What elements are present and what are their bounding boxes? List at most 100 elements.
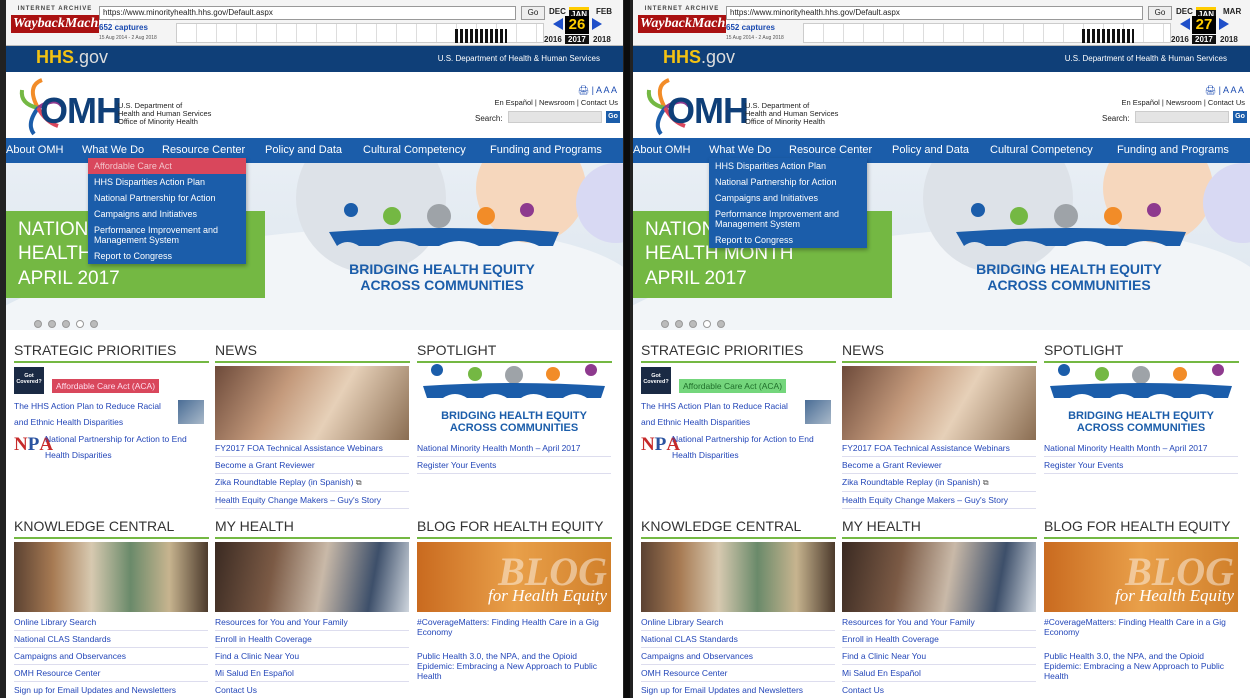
my-health-link[interactable]: Enroll in Health Coverage bbox=[842, 631, 1036, 648]
print-and-text-size[interactable]: 🖨 | A A A bbox=[1205, 85, 1244, 96]
dropdown-item[interactable]: HHS Disparities Action Plan bbox=[709, 158, 867, 174]
wayback-go-button[interactable]: Go bbox=[1148, 6, 1172, 20]
dropdown-item[interactable]: Report to Congress bbox=[709, 232, 867, 248]
carousel-dot-active[interactable] bbox=[703, 320, 711, 328]
month-prev[interactable]: DEC bbox=[1176, 7, 1193, 16]
knowledge-link[interactable]: Sign up for Email Updates and Newsletter… bbox=[641, 682, 835, 698]
header-links[interactable]: En Español | Newsroom | Contact Us bbox=[1121, 98, 1245, 107]
dropdown-item[interactable]: Performance Improvement and Management S… bbox=[709, 206, 867, 232]
blog-banner[interactable]: BLOG for Health Equity bbox=[417, 542, 611, 612]
carousel-dot[interactable] bbox=[62, 320, 70, 328]
year-prev[interactable]: 2016 bbox=[544, 35, 562, 44]
month-prev[interactable]: DEC bbox=[549, 7, 566, 16]
knowledge-link[interactable]: National CLAS Standards bbox=[14, 631, 208, 648]
library-photo[interactable] bbox=[14, 542, 208, 612]
dropdown-item[interactable]: Campaigns and Initiatives bbox=[88, 206, 246, 222]
hhs-dept-link[interactable]: U.S. Department of Health & Human Servic… bbox=[1065, 54, 1227, 63]
link-line[interactable]: Health Disparities bbox=[672, 447, 837, 463]
capture-timeline[interactable] bbox=[176, 23, 544, 43]
knowledge-link[interactable]: Campaigns and Observances bbox=[14, 648, 208, 665]
wayback-logo[interactable]: INTERNET ARCHIVE WaybackMachine bbox=[11, 6, 116, 40]
dropdown-item[interactable]: National Partnership for Action bbox=[709, 174, 867, 190]
dropdown-item[interactable]: HHS Disparities Action Plan bbox=[88, 174, 246, 190]
nav-policy-data[interactable]: Policy and Data bbox=[265, 144, 342, 156]
news-link[interactable]: FY2017 FOA Technical Assistance Webinars bbox=[842, 440, 1036, 457]
nav-what-we-do[interactable]: What We Do bbox=[82, 144, 144, 156]
hhs-plan-link[interactable]: The HHS Action Plan to Reduce Racial and… bbox=[641, 398, 801, 430]
dropdown-item[interactable]: Performance Improvement and Management S… bbox=[88, 222, 246, 248]
nav-what-we-do[interactable]: What We Do bbox=[709, 144, 771, 156]
captures-link[interactable]: 652 captures bbox=[99, 23, 148, 32]
link-line[interactable]: and Ethnic Health Disparities bbox=[641, 414, 801, 430]
nav-cultural-competency[interactable]: Cultural Competency bbox=[363, 144, 466, 156]
my-health-link[interactable]: Find a Clinic Near You bbox=[215, 648, 409, 665]
print-and-text-size[interactable]: 🖨 | A A A bbox=[578, 85, 617, 96]
prev-capture-icon[interactable] bbox=[553, 18, 563, 30]
dropdown-item[interactable]: Affordable Care Act bbox=[88, 158, 246, 174]
nav-funding-programs[interactable]: Funding and Programs bbox=[490, 144, 602, 156]
capture-timeline[interactable] bbox=[803, 23, 1171, 43]
prev-capture-icon[interactable] bbox=[1180, 18, 1190, 30]
news-link[interactable]: Zika Roundtable Replay (in Spanish) ⧉ bbox=[215, 474, 409, 492]
hhs-logo[interactable]: HHS.gov bbox=[36, 47, 108, 68]
wayback-go-button[interactable]: Go bbox=[521, 6, 545, 20]
carousel-dot[interactable] bbox=[90, 320, 98, 328]
hhs-plan-thumbnail[interactable] bbox=[805, 400, 831, 424]
wayback-url-input[interactable]: https://www.minorityhealth.hhs.gov/Defau… bbox=[99, 6, 516, 20]
my-health-link[interactable]: Resources for You and Your Family bbox=[842, 614, 1036, 631]
news-link[interactable]: Become a Grant Reviewer bbox=[215, 457, 409, 474]
my-health-link[interactable]: Mi Salud En Español bbox=[215, 665, 409, 682]
hhs-plan-link[interactable]: The HHS Action Plan to Reduce Racial and… bbox=[14, 398, 174, 430]
knowledge-link[interactable]: OMH Resource Center bbox=[14, 665, 208, 682]
doctor-patient-photo[interactable] bbox=[842, 542, 1036, 612]
spotlight-bridge-graphic[interactable] bbox=[417, 362, 611, 402]
nav-about-omh[interactable]: About OMH bbox=[6, 144, 63, 156]
year-next[interactable]: 2018 bbox=[1220, 35, 1238, 44]
search-go-button[interactable]: Go bbox=[1233, 111, 1247, 123]
spotlight-link[interactable]: National Minority Health Month – April 2… bbox=[417, 440, 611, 457]
carousel-dot-active[interactable] bbox=[76, 320, 84, 328]
search-input[interactable] bbox=[508, 111, 602, 123]
blog-link[interactable]: #CoverageMatters: Finding Health Care in… bbox=[1044, 614, 1244, 640]
dropdown-item[interactable]: Report to Congress bbox=[88, 248, 246, 264]
nav-cultural-competency[interactable]: Cultural Competency bbox=[990, 144, 1093, 156]
year-next[interactable]: 2018 bbox=[593, 35, 611, 44]
next-capture-icon[interactable] bbox=[592, 18, 602, 30]
news-link[interactable]: Zika Roundtable Replay (in Spanish) ⧉ bbox=[842, 474, 1036, 492]
blog-link[interactable]: Public Health 3.0, the NPA, and the Opio… bbox=[1044, 648, 1244, 684]
omh-wordmark[interactable]: OMH bbox=[40, 90, 122, 132]
carousel-dot[interactable] bbox=[689, 320, 697, 328]
month-next[interactable]: FEB bbox=[596, 7, 612, 16]
nav-about-omh[interactable]: About OMH bbox=[633, 144, 690, 156]
news-link[interactable]: Become a Grant Reviewer bbox=[842, 457, 1036, 474]
aca-link[interactable]: Affordable Care Act (ACA) bbox=[679, 379, 787, 393]
knowledge-link[interactable]: Online Library Search bbox=[14, 614, 208, 631]
blog-banner[interactable]: BLOG for Health Equity bbox=[1044, 542, 1238, 612]
knowledge-link[interactable]: Online Library Search bbox=[641, 614, 835, 631]
spotlight-link[interactable]: National Minority Health Month – April 2… bbox=[1044, 440, 1238, 457]
my-health-link[interactable]: Mi Salud En Español bbox=[842, 665, 1036, 682]
my-health-link[interactable]: Enroll in Health Coverage bbox=[215, 631, 409, 648]
news-link[interactable]: Health Equity Change Makers – Guy's Stor… bbox=[215, 492, 409, 509]
next-capture-icon[interactable] bbox=[1219, 18, 1229, 30]
doctor-patient-photo[interactable] bbox=[215, 542, 409, 612]
link-line[interactable]: National Partnership for Action to End bbox=[672, 431, 837, 447]
search-input[interactable] bbox=[1135, 111, 1229, 123]
my-health-link[interactable]: Find a Clinic Near You bbox=[842, 648, 1036, 665]
link-line[interactable]: Health Disparities bbox=[45, 447, 210, 463]
link-line[interactable]: The HHS Action Plan to Reduce Racial bbox=[641, 398, 801, 414]
blog-link[interactable]: #CoverageMatters: Finding Health Care in… bbox=[417, 614, 617, 640]
nav-resource-center[interactable]: Resource Center bbox=[162, 144, 245, 156]
year-prev[interactable]: 2016 bbox=[1171, 35, 1189, 44]
spotlight-bridge-graphic[interactable] bbox=[1044, 362, 1238, 402]
omh-wordmark[interactable]: OMH bbox=[667, 90, 749, 132]
knowledge-link[interactable]: National CLAS Standards bbox=[641, 631, 835, 648]
aca-link[interactable]: Affordable Care Act (ACA) bbox=[52, 379, 160, 393]
nav-resource-center[interactable]: Resource Center bbox=[789, 144, 872, 156]
captures-link[interactable]: 652 captures bbox=[726, 23, 775, 32]
dropdown-item[interactable]: National Partnership for Action bbox=[88, 190, 246, 206]
carousel-dot[interactable] bbox=[717, 320, 725, 328]
hhs-dept-link[interactable]: U.S. Department of Health & Human Servic… bbox=[438, 54, 600, 63]
news-family-photo[interactable] bbox=[215, 366, 409, 440]
carousel-dot[interactable] bbox=[675, 320, 683, 328]
